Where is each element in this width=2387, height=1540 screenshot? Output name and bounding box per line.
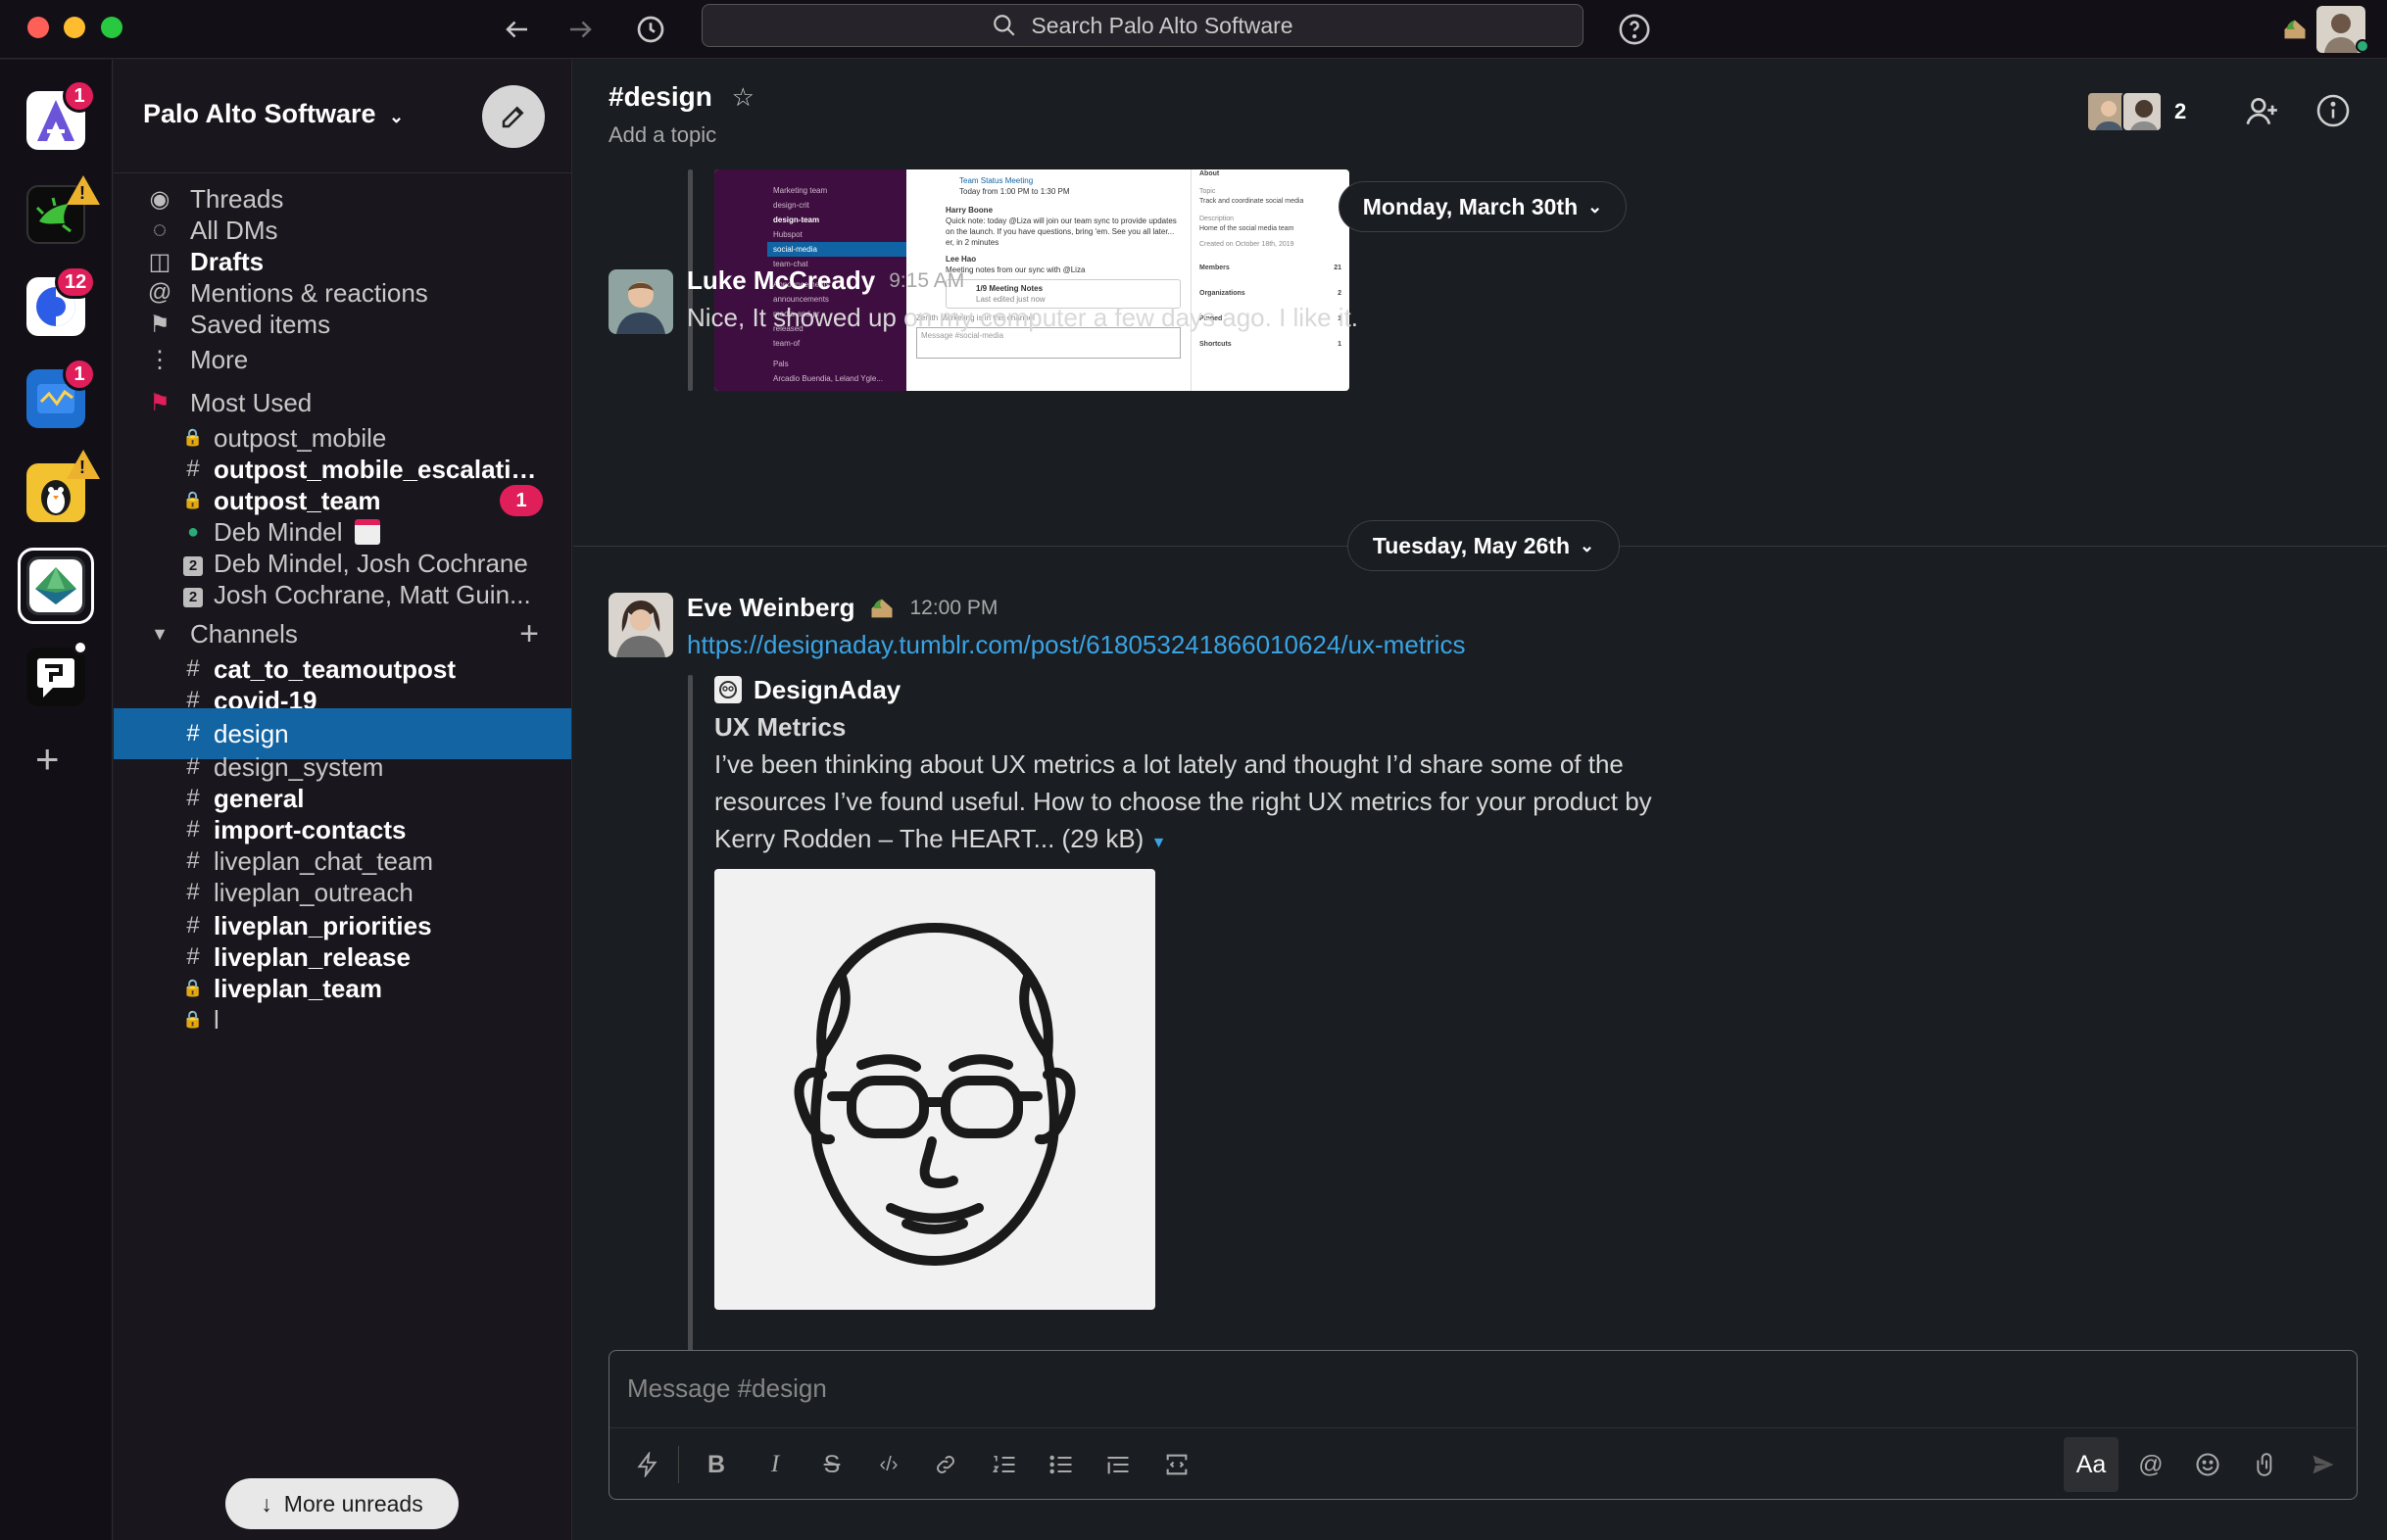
minimize-window-button[interactable] xyxy=(64,17,85,38)
link-icon[interactable] xyxy=(919,1438,972,1491)
chevron-down-icon: ⌄ xyxy=(1587,196,1603,217)
member-avatars[interactable]: 2 xyxy=(2086,91,2192,134)
lock-icon: 🔒 xyxy=(182,428,204,447)
site-favicon-icon xyxy=(714,676,742,703)
title-bar: Search Palo Alto Software xyxy=(0,0,2387,59)
message-link[interactable]: https://designaday.tumblr.com/post/61805… xyxy=(687,630,1465,660)
group-dm-icon: 2 xyxy=(178,581,208,608)
info-icon[interactable] xyxy=(2315,93,2351,136)
warning-icon: ! xyxy=(67,450,100,479)
workspace-liveplan[interactable] xyxy=(26,556,85,615)
workspace-badge: 12 xyxy=(55,265,97,299)
shortcuts-lightning-icon[interactable] xyxy=(621,1438,674,1491)
date-divider-jump[interactable]: Monday, March 30th ⌄ xyxy=(1339,181,1627,232)
format-toggle-button[interactable]: Aa xyxy=(2064,1437,2119,1492)
italic-icon[interactable]: I xyxy=(749,1438,802,1491)
channel-title[interactable]: #design ☆ xyxy=(609,81,755,113)
question-icon[interactable] xyxy=(1613,8,1656,51)
send-icon[interactable] xyxy=(2297,1438,2350,1491)
star-icon[interactable]: ☆ xyxy=(732,82,755,112)
workspace-rail: 1 ! 12 1 ! + xyxy=(0,60,113,1540)
compose-icon xyxy=(502,106,524,128)
add-member-icon[interactable] xyxy=(2243,93,2280,138)
unfurl-bar xyxy=(688,675,693,1369)
online-status-dot xyxy=(2356,39,2369,53)
channel-sidebar: Palo Alto Software ⌄ ◉ Threads ◌ All DMs ◫… xyxy=(114,60,572,1540)
channel-topic[interactable]: Add a topic xyxy=(609,122,716,148)
emoji-icon[interactable] xyxy=(2181,1438,2234,1491)
message-composer: B I S ‹/› Aa @ xyxy=(609,1350,2359,1500)
date-divider-jump[interactable]: Tuesday, May 26th ⌄ xyxy=(1347,520,1620,571)
flag-icon: ⚑ xyxy=(149,389,170,416)
search-bar[interactable]: Search Palo Alto Software xyxy=(702,4,1583,47)
chevron-down-icon: ⌄ xyxy=(389,107,405,126)
compose-button[interactable] xyxy=(482,85,545,148)
channel-view: #design ☆ Add a topic 2 Marketing team d… xyxy=(573,60,2387,1540)
lock-icon: 🔒 xyxy=(182,979,204,997)
workspace-switcher[interactable]: Palo Alto Software ⌄ xyxy=(143,99,404,129)
strikethrough-icon[interactable]: S xyxy=(805,1438,858,1491)
member-avatar xyxy=(2121,91,2163,132)
message-author[interactable]: Eve Weinberg 12:00 PM xyxy=(687,593,998,623)
status-emoji-icon[interactable] xyxy=(2275,8,2314,51)
blockquote-icon[interactable] xyxy=(1092,1438,1145,1491)
unread-dot xyxy=(73,640,88,655)
unfurl-title-link[interactable]: UX Metrics xyxy=(714,708,846,746)
unfurl-image[interactable] xyxy=(714,869,1155,1310)
workspace-badge: 1 xyxy=(63,79,96,113)
code-icon[interactable]: ‹/› xyxy=(862,1438,915,1491)
add-workspace-button[interactable]: + xyxy=(35,736,60,783)
caret-down-icon[interactable]: ▼ xyxy=(1151,835,1167,851)
bullet-list-icon[interactable] xyxy=(1035,1438,1088,1491)
maximize-window-button[interactable] xyxy=(101,17,122,38)
unfurl-description: I’ve been thinking about UX metrics a lo… xyxy=(714,749,1652,853)
search-placeholder: Search Palo Alto Software xyxy=(1031,12,1293,38)
message-text: Nice, It showed up on my computer a few … xyxy=(687,303,1358,332)
message-author[interactable]: Luke McCready 9:15 AM xyxy=(687,265,964,296)
status-emoji-icon xyxy=(871,599,893,617)
message-timestamp[interactable]: 9:15 AM xyxy=(889,269,964,293)
more-icon: ⋮ xyxy=(148,346,171,373)
close-window-button[interactable] xyxy=(27,17,49,38)
bookmark-icon: ⚑ xyxy=(149,311,170,338)
sidebar-header: Palo Alto Software ⌄ xyxy=(114,60,571,173)
formatting-toolbar: B I S ‹/› Aa @ xyxy=(609,1427,2359,1500)
avatar[interactable] xyxy=(609,593,673,657)
chevron-down-icon: ⌄ xyxy=(1580,535,1595,555)
bold-icon[interactable]: B xyxy=(690,1438,743,1491)
sidebar-item-partial[interactable]: 🔒 l xyxy=(114,996,571,1043)
preview-about-panel: About Topic Track and coordinate social … xyxy=(1191,169,1349,391)
message-input[interactable] xyxy=(627,1367,2293,1410)
arrow-left-icon[interactable] xyxy=(496,8,539,51)
search-icon xyxy=(994,15,1015,36)
lock-icon: 🔒 xyxy=(182,491,204,509)
code-block-icon[interactable] xyxy=(1150,1438,1203,1491)
lock-icon: 🔒 xyxy=(182,1010,204,1029)
caret-down-icon: ▼ xyxy=(151,623,169,644)
attachment-icon[interactable] xyxy=(2240,1438,2293,1491)
arrow-right-icon[interactable] xyxy=(559,8,602,51)
sidebar-item-more[interactable]: ⋮ More xyxy=(114,336,571,383)
more-unreads-button[interactable]: ↓ More unreads xyxy=(225,1478,459,1529)
workspace-chat[interactable] xyxy=(26,648,85,706)
member-count: 2 xyxy=(2174,99,2187,123)
channel-header: #design ☆ Add a topic 2 xyxy=(573,60,2387,169)
message-timestamp[interactable]: 12:00 PM xyxy=(909,597,998,620)
mention-icon[interactable]: @ xyxy=(2124,1438,2177,1491)
clock-icon[interactable] xyxy=(629,8,672,51)
toolbar-divider xyxy=(678,1446,679,1483)
avatar[interactable] xyxy=(609,269,673,334)
arrow-down-icon: ↓ xyxy=(261,1490,272,1516)
team-name: Palo Alto Software xyxy=(143,99,376,128)
unfurl-site: DesignAday xyxy=(714,671,901,708)
workspace-badge: 1 xyxy=(63,358,96,391)
ordered-list-icon[interactable] xyxy=(978,1438,1031,1491)
warning-icon: ! xyxy=(67,175,100,205)
